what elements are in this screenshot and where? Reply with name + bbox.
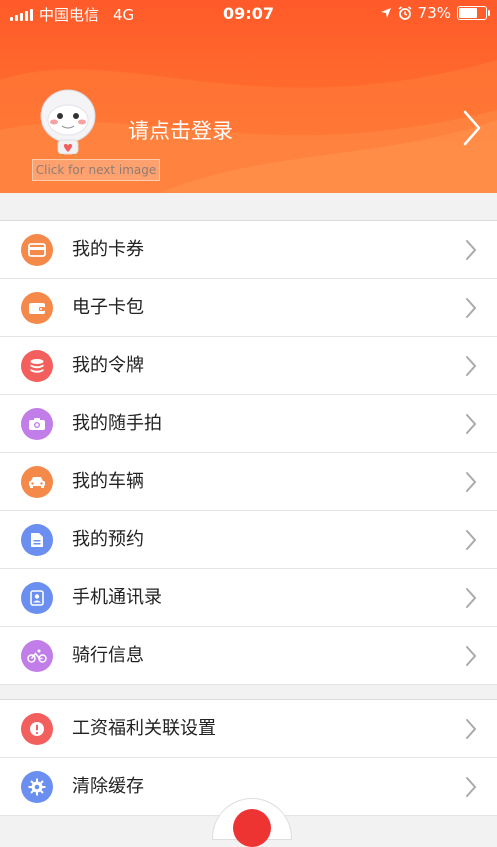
contacts-icon — [21, 582, 53, 614]
database-icon — [21, 350, 53, 382]
menu-item-label: 我的令牌 — [72, 355, 144, 376]
chevron-right-icon[interactable] — [462, 110, 482, 146]
menu-item-wallet[interactable]: 电子卡包 — [0, 279, 497, 337]
chevron-right-icon — [466, 414, 477, 434]
menu-item-label: 工资福利关联设置 — [72, 718, 216, 739]
menu-item-label: 骑行信息 — [72, 645, 144, 666]
document-icon — [21, 524, 53, 556]
gear-icon — [21, 771, 53, 803]
chevron-right-icon — [466, 530, 477, 550]
location-arrow-icon — [380, 8, 391, 18]
car-icon — [21, 466, 53, 498]
menu-item-label: 电子卡包 — [72, 297, 144, 318]
card-icon — [21, 234, 53, 266]
menu-item-snapshot[interactable]: 我的随手拍 — [0, 395, 497, 453]
chevron-right-icon — [466, 719, 477, 739]
chevron-right-icon — [466, 240, 477, 260]
menu-item-salary-settings[interactable]: 工资福利关联设置 — [0, 700, 497, 758]
image-tooltip: Click for next image — [32, 159, 160, 181]
status-bar: 中国电信 4G 09:07 73% — [0, 0, 497, 28]
home-tab-icon — [233, 809, 271, 847]
chevron-right-icon — [466, 777, 477, 797]
chevron-right-icon — [466, 356, 477, 376]
battery-icon — [457, 6, 490, 20]
chevron-right-icon — [466, 472, 477, 492]
alarm-icon — [398, 6, 412, 20]
menu-item-token[interactable]: 我的令牌 — [0, 337, 497, 395]
wallet-icon — [21, 292, 53, 324]
camera-icon — [21, 408, 53, 440]
menu-item-label: 我的随手拍 — [72, 413, 162, 434]
chevron-right-icon — [466, 646, 477, 666]
menu-list-primary: 我的卡券 电子卡包 我的令牌 我的随手拍 我的车辆 我的预约 手机通讯录 骑行信… — [0, 220, 497, 685]
bicycle-icon — [21, 640, 53, 672]
menu-item-label: 我的车辆 — [72, 471, 144, 492]
alert-icon — [21, 713, 53, 745]
menu-item-label: 清除缓存 — [72, 776, 144, 797]
menu-item-cards[interactable]: 我的卡券 — [0, 221, 497, 279]
chevron-right-icon — [466, 588, 477, 608]
chevron-right-icon — [466, 298, 477, 318]
menu-item-appointments[interactable]: 我的预约 — [0, 511, 497, 569]
profile-header: 中国电信 4G 09:07 73% 请点击登录 Click for next i… — [0, 0, 497, 193]
menu-item-contacts[interactable]: 手机通讯录 — [0, 569, 497, 627]
login-prompt[interactable]: 请点击登录 — [128, 115, 233, 145]
menu-item-cycling[interactable]: 骑行信息 — [0, 627, 497, 685]
menu-item-label: 我的预约 — [72, 529, 144, 550]
menu-item-vehicles[interactable]: 我的车辆 — [0, 453, 497, 511]
battery-percent: 73% — [417, 4, 451, 22]
menu-item-label: 我的卡券 — [72, 239, 144, 260]
default-avatar[interactable] — [32, 86, 104, 166]
menu-item-label: 手机通讯录 — [72, 587, 162, 608]
